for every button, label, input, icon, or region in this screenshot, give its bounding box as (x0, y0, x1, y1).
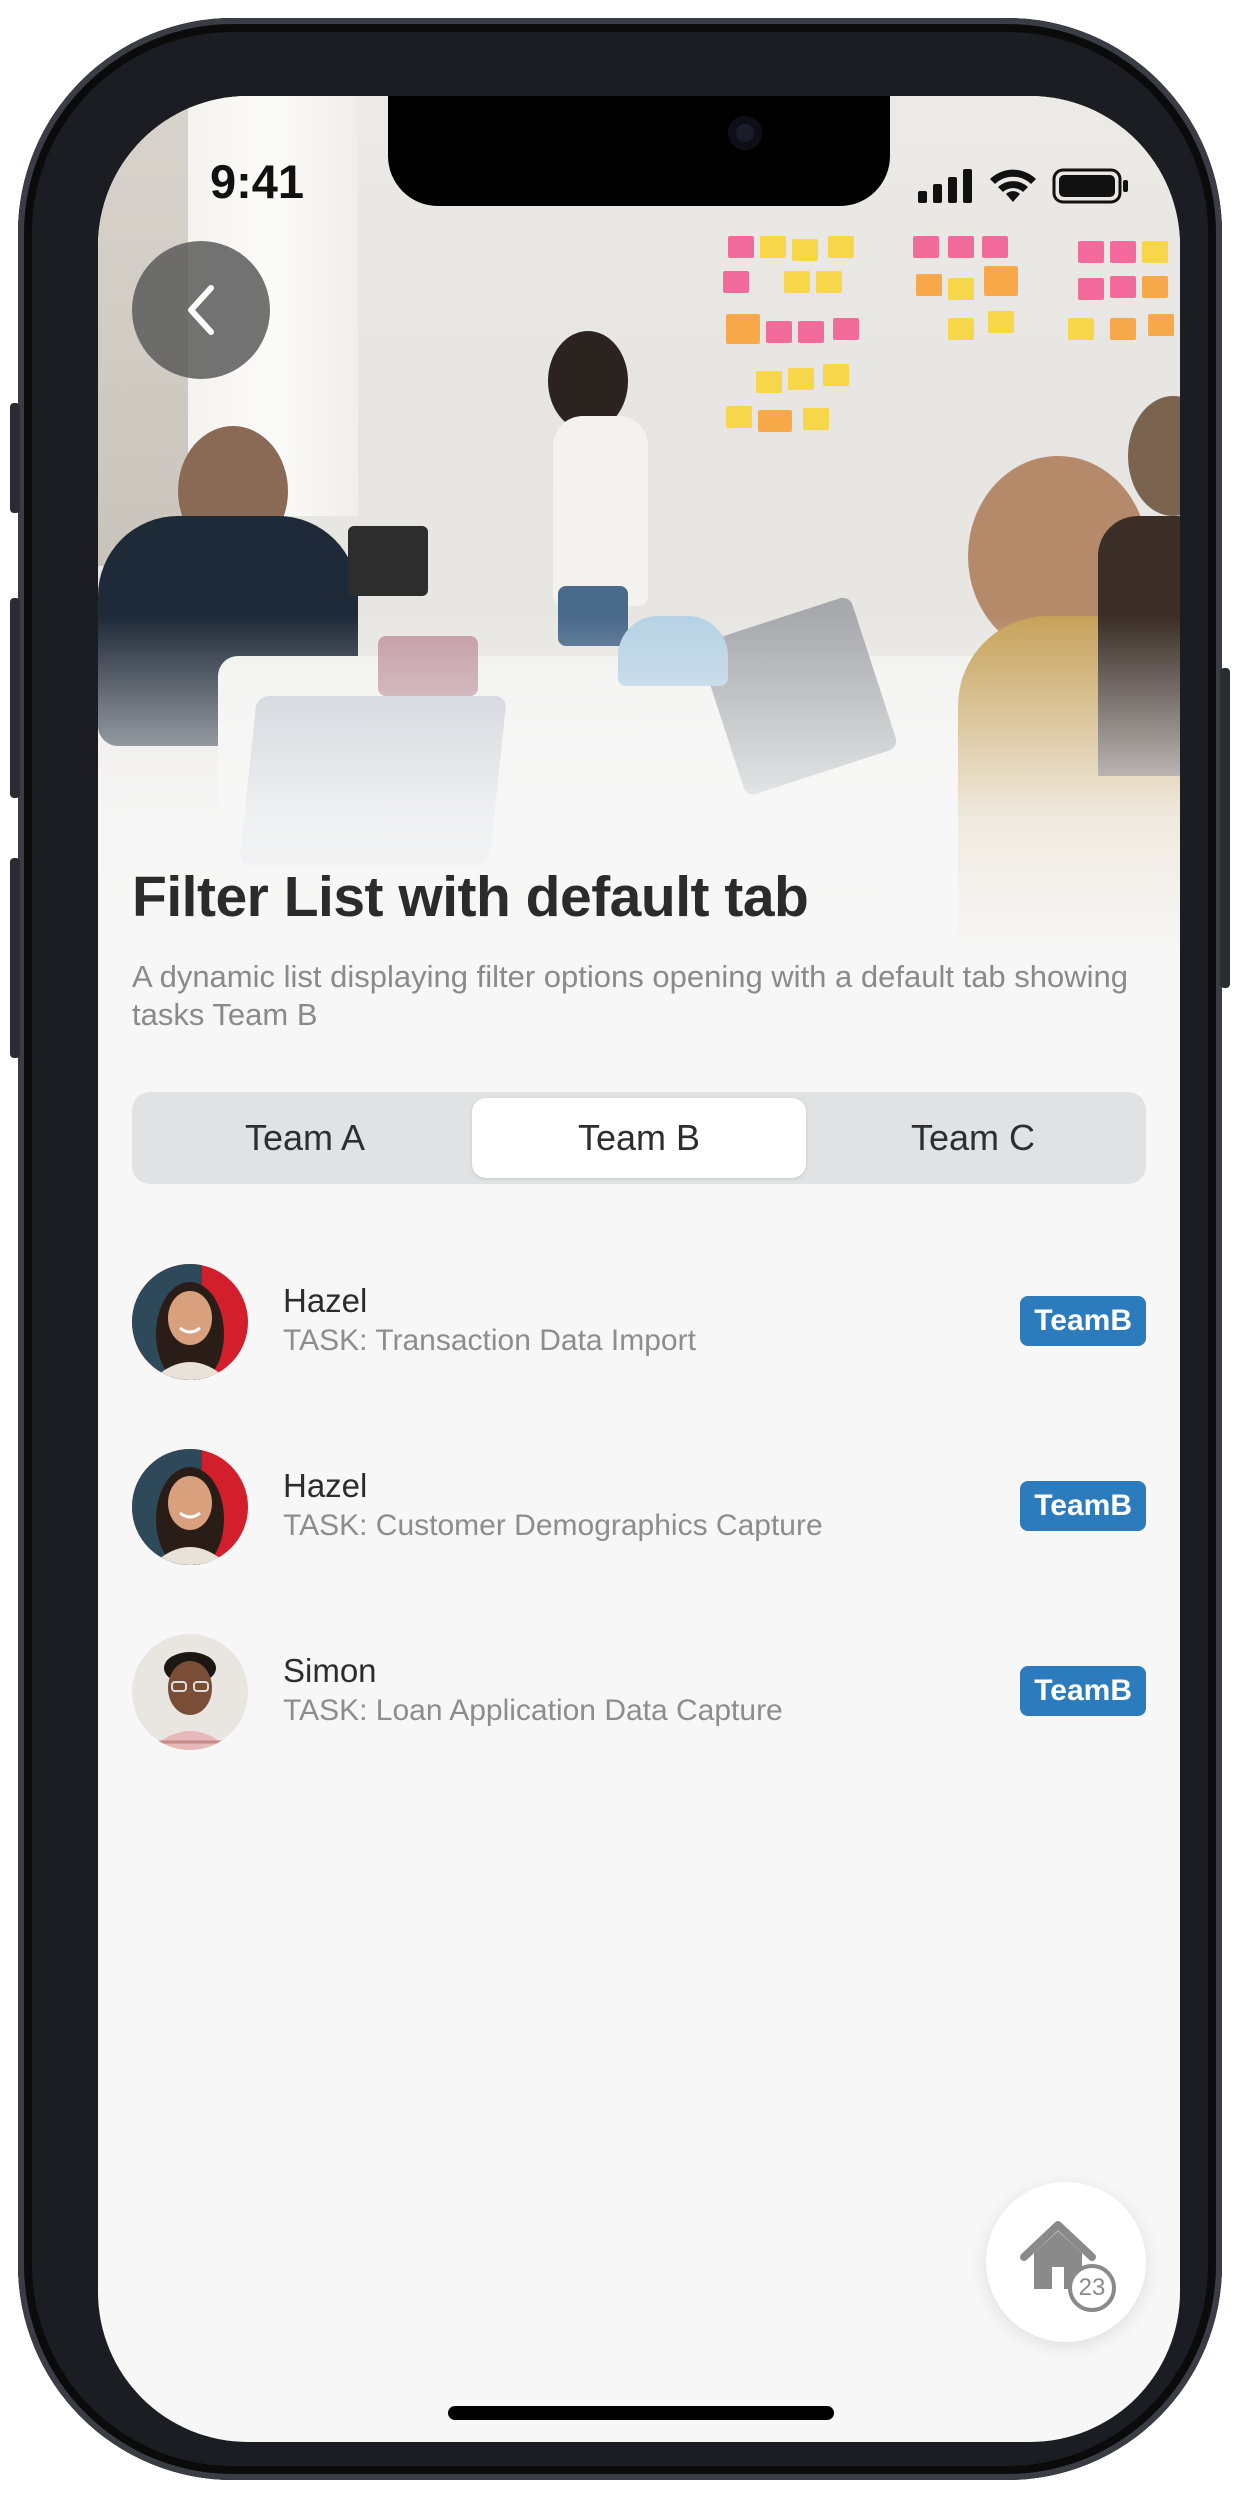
page-subtitle: A dynamic list displaying filter options… (132, 959, 1129, 1032)
avatar (132, 1634, 248, 1750)
home-button[interactable]: 23 (986, 2182, 1146, 2342)
list-item[interactable]: Hazel TASK: Customer Demographics Captur… (132, 1449, 1146, 1567)
chevron-left-icon (188, 285, 214, 335)
row-task: TASK: Customer Demographics Capture (283, 1509, 823, 1542)
row-name: Hazel (283, 1467, 368, 1504)
team-badge: TeamB (1020, 1666, 1146, 1716)
screen: 9:41 Filter List with default tab A dyna… (98, 96, 1180, 2442)
notch (388, 96, 890, 206)
hero-image (98, 96, 1180, 956)
row-name: Simon (283, 1652, 377, 1689)
row-name: Hazel (283, 1282, 368, 1319)
mute-switch (10, 403, 20, 513)
page-title: Filter List with default tab (132, 865, 809, 929)
status-icons (918, 166, 1130, 206)
volume-up-button (10, 598, 20, 798)
status-time: 9:41 (210, 155, 305, 208)
team-tabs: Team A Team B Team C (132, 1092, 1146, 1184)
list-item[interactable]: Hazel TASK: Transaction Data Import Team… (132, 1264, 1146, 1382)
task-list: Hazel TASK: Transaction Data Import Team… (132, 1264, 1146, 1819)
power-button (1220, 668, 1230, 988)
avatar (132, 1449, 248, 1565)
battery-icon (1052, 168, 1128, 204)
camera-icon (728, 116, 762, 150)
wifi-icon (990, 169, 1036, 202)
tab-team-c[interactable]: Team C (806, 1098, 1140, 1178)
notification-count-badge: 23 (1068, 2264, 1116, 2312)
row-task: TASK: Loan Application Data Capture (283, 1694, 783, 1727)
cellular-signal-icon (918, 169, 972, 203)
row-task: TASK: Transaction Data Import (283, 1324, 696, 1357)
team-badge: TeamB (1020, 1481, 1146, 1531)
tab-team-b[interactable]: Team B (472, 1098, 806, 1178)
phone-frame: 9:41 Filter List with default tab A dyna… (10, 18, 1230, 2480)
avatar (132, 1264, 248, 1380)
tab-team-a[interactable]: Team A (138, 1098, 472, 1178)
home-indicator (448, 2406, 834, 2420)
back-button[interactable] (132, 241, 270, 379)
status-bar: 9:41 (98, 96, 1180, 208)
team-badge: TeamB (1020, 1296, 1146, 1346)
list-item[interactable]: Simon TASK: Loan Application Data Captur… (132, 1634, 1146, 1752)
volume-down-button (10, 858, 20, 1058)
